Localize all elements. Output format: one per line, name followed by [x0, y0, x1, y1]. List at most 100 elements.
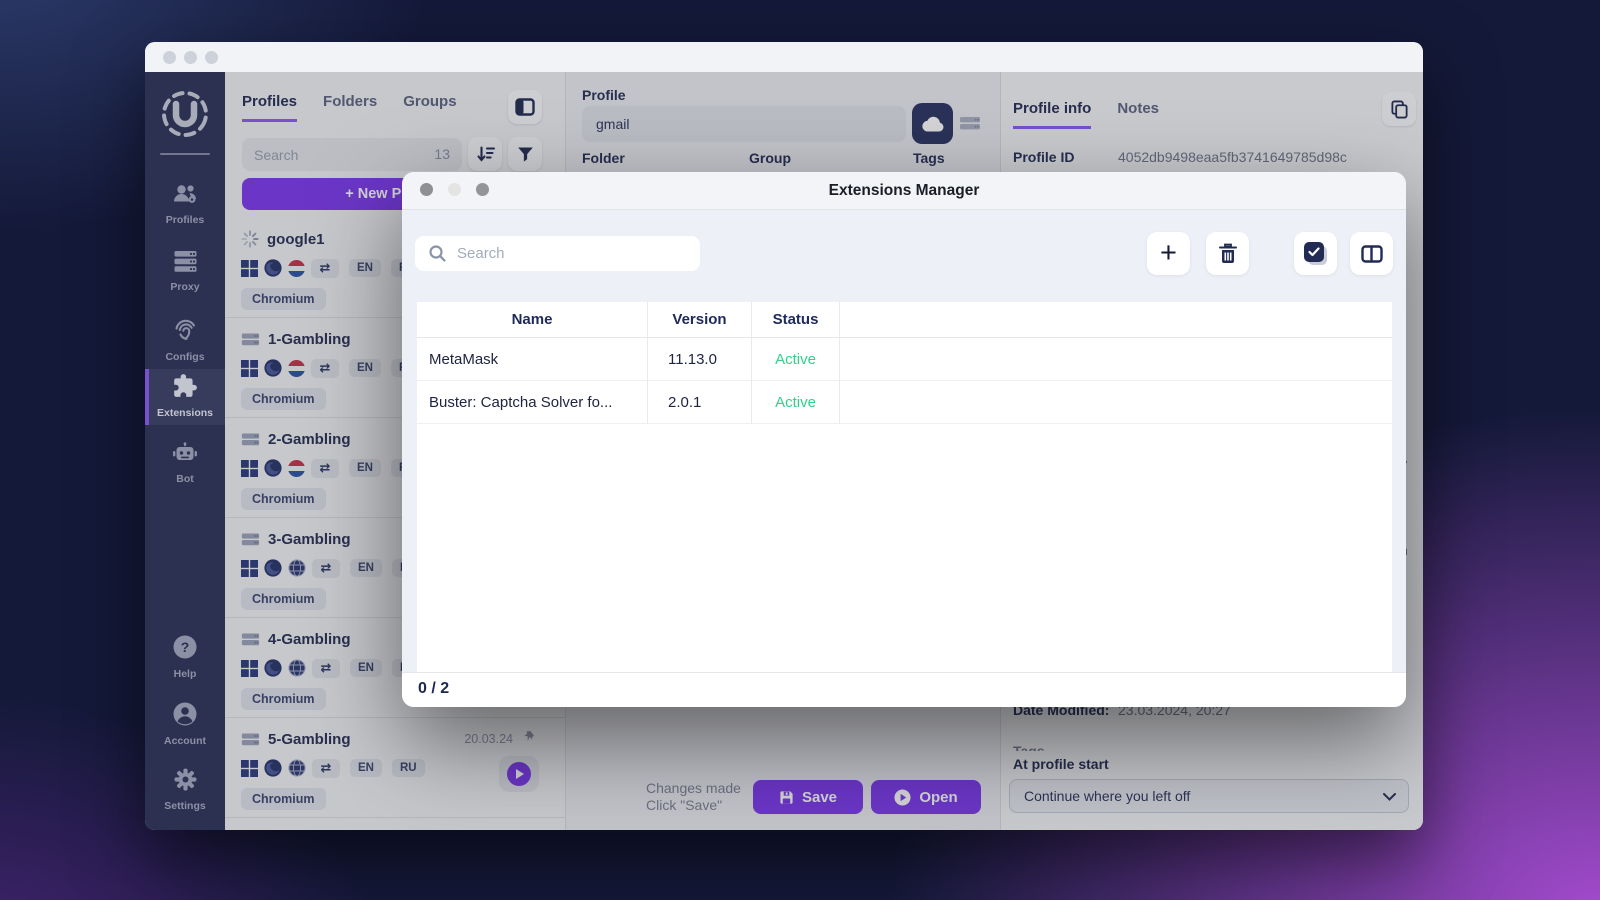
profile-date: 20.03.24 [464, 732, 513, 746]
extensions-search [415, 236, 700, 271]
open-button[interactable]: Open [871, 780, 981, 814]
column-header-version[interactable]: Version [648, 302, 752, 338]
tab-groups[interactable]: Groups [403, 93, 456, 122]
select-all-button[interactable] [1294, 232, 1337, 275]
chevron-down-icon [1383, 793, 1396, 801]
swap-arrows-icon: ⇄ [311, 259, 339, 278]
sidebar-divider [160, 153, 210, 155]
netherlands-flag-icon [288, 460, 305, 477]
profile-list-item[interactable]: 5-Gambling 20.03.24 ⇄ ENRU Chromium [225, 718, 565, 818]
sidebar-item-proxy[interactable]: Proxy [145, 246, 225, 293]
main-titlebar [145, 42, 1423, 72]
swap-arrows-icon: ⇄ [312, 759, 340, 778]
profile-name: 4-Gambling [268, 631, 351, 648]
pin-icon [522, 730, 535, 743]
modal-titlebar: Extensions Manager [402, 172, 1406, 210]
proxy-icon [173, 250, 198, 273]
browser-badge: Chromium [241, 688, 326, 710]
extension-row-spacer [840, 338, 1392, 381]
at-profile-start-label: At profile start [1013, 756, 1109, 772]
browser-badge: Chromium [241, 388, 326, 410]
table-header-row: Name Version Status [417, 302, 1392, 338]
windows-icon [241, 360, 258, 377]
copy-button[interactable] [1382, 92, 1416, 126]
play-circle-icon [894, 789, 911, 806]
local-profile-icon [241, 632, 260, 647]
profile-id-value: 4052db9498eaa5fb3741649785d98c [1118, 149, 1347, 165]
minimize-button[interactable] [184, 51, 197, 64]
globe-icon [288, 659, 306, 677]
app-logo-icon [145, 84, 225, 149]
filter-button[interactable] [508, 137, 542, 171]
changes-note: Changes made Click "Save" [646, 780, 764, 814]
save-button[interactable]: Save [753, 780, 863, 814]
start-option-select[interactable]: Continue where you left off [1009, 779, 1409, 813]
profile-name-input[interactable] [582, 106, 906, 142]
delete-extension-button[interactable] [1206, 232, 1249, 275]
add-extension-button[interactable]: + [1147, 232, 1190, 275]
cloud-storage-button[interactable] [912, 103, 953, 144]
account-icon [172, 701, 198, 727]
swap-arrows-icon: ⇄ [311, 359, 339, 378]
column-header-empty [840, 302, 1392, 338]
extension-row[interactable]: Buster: Captcha Solver fo... 2.0.1 Activ… [417, 381, 1392, 424]
filter-funnel-icon [516, 145, 535, 163]
sidebar-item-label: Settings [145, 800, 225, 812]
column-header-name[interactable]: Name [417, 302, 648, 338]
sidebar-item-label: Bot [145, 473, 225, 485]
tab-profiles[interactable]: Profiles [242, 93, 297, 122]
profile-play-button[interactable] [499, 756, 539, 792]
sidebar-item-account[interactable]: Account [145, 697, 225, 747]
extension-row[interactable]: MetaMask 11.13.0 Active [417, 338, 1392, 381]
windows-icon [241, 660, 258, 677]
tab-folders[interactable]: Folders [323, 93, 377, 122]
close-button[interactable] [163, 51, 176, 64]
netherlands-flag-icon [288, 260, 305, 277]
sidebar-item-extensions[interactable]: Extensions [145, 369, 225, 425]
modal-footer: 0 / 2 [402, 672, 1406, 707]
swap-arrows-icon: ⇄ [312, 659, 340, 678]
local-profile-icon [241, 332, 260, 347]
panel-toggle-button[interactable] [508, 90, 542, 124]
desktop-background: Profiles Proxy Configs Extensions Bot ? H… [0, 0, 1600, 900]
sidebar-item-label: Profiles [145, 214, 225, 226]
profile-search-input[interactable] [254, 138, 414, 171]
netherlands-flag-icon [288, 360, 305, 377]
selection-counter: 0 / 2 [418, 680, 449, 698]
folder-field-label: Folder [582, 150, 625, 166]
profile-name: 5-Gambling [268, 731, 351, 748]
column-header-status[interactable]: Status [752, 302, 840, 338]
local-storage-icon[interactable] [959, 115, 981, 131]
firefox-icon [264, 659, 282, 677]
columns-view-button[interactable] [1350, 232, 1393, 275]
extensions-icon [172, 373, 198, 399]
tags-field-label: Tags [913, 150, 945, 166]
tab-notes[interactable]: Notes [1117, 100, 1159, 129]
modal-title: Extensions Manager [402, 182, 1406, 200]
profile-name: google1 [267, 231, 325, 248]
table-body: MetaMask 11.13.0 Active Buster: Captcha … [417, 338, 1392, 424]
sidebar-item-profiles[interactable]: Profiles [145, 178, 225, 226]
extensions-search-input[interactable] [457, 236, 687, 271]
extension-name: MetaMask [417, 338, 648, 381]
language-badge: EN [350, 659, 382, 677]
language-badge: EN [349, 259, 381, 277]
maximize-button[interactable] [205, 51, 218, 64]
globe-icon [288, 559, 306, 577]
extensions-manager-modal: Extensions Manager + [402, 172, 1406, 707]
sidebar-item-configs[interactable]: Configs [145, 313, 225, 363]
browser-badge: Chromium [241, 788, 326, 810]
sort-button[interactable] [468, 137, 502, 171]
sidebar-item-label: Proxy [145, 281, 225, 293]
browser-badge: Chromium [241, 288, 326, 310]
sidebar-item-help[interactable]: ? Help [145, 630, 225, 680]
sidebar-item-settings[interactable]: Settings [145, 763, 225, 812]
windows-icon [241, 560, 258, 577]
globe-icon [288, 759, 306, 777]
profile-field-label: Profile [582, 87, 626, 103]
firefox-icon [264, 359, 282, 377]
loading-spinner-icon [241, 230, 259, 248]
sort-icon [475, 144, 496, 164]
tab-profile-info[interactable]: Profile info [1013, 100, 1091, 129]
sidebar-item-bot[interactable]: Bot [145, 438, 225, 485]
